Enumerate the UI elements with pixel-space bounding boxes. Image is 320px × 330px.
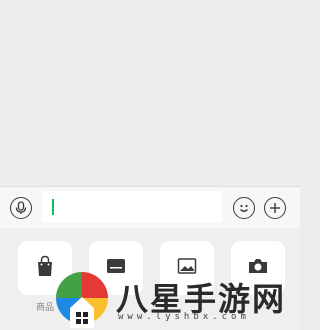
plus-icon (269, 202, 281, 214)
emoji-icon (237, 201, 251, 215)
emoji-button[interactable] (233, 197, 255, 219)
text-caret (52, 199, 54, 215)
tools-panel: 商品 (0, 228, 300, 330)
message-input[interactable] (42, 191, 222, 223)
camera-icon (247, 257, 269, 280)
tool-camera[interactable] (231, 241, 285, 295)
tool-products-label: 商品 (35, 302, 54, 312)
tool-card[interactable] (89, 241, 143, 295)
chat-area (0, 0, 300, 186)
shopping-bag-icon (35, 255, 55, 282)
card-icon (106, 257, 126, 280)
input-bar (0, 186, 300, 228)
microphone-icon (15, 201, 27, 215)
voice-button[interactable] (10, 197, 32, 219)
tool-image[interactable] (160, 241, 214, 295)
more-button[interactable] (264, 197, 286, 219)
image-icon (177, 257, 197, 280)
tool-products[interactable] (18, 241, 72, 295)
